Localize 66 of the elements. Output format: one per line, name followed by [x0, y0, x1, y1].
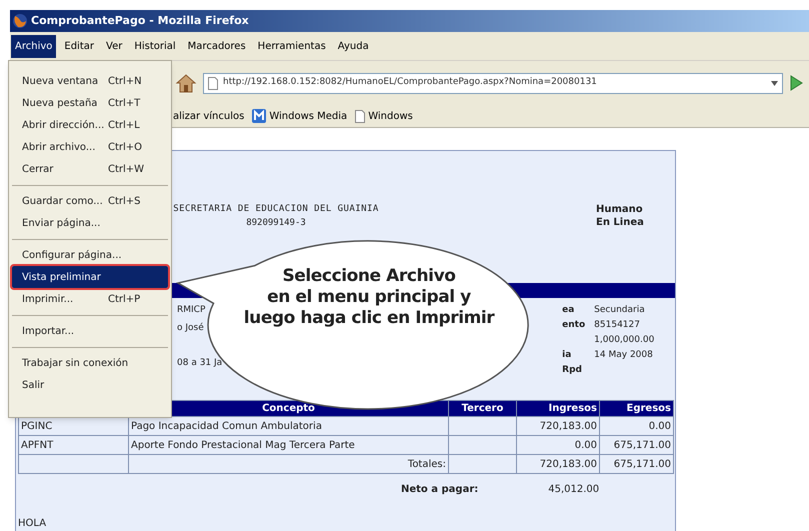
table-cell: Aporte Fondo Prestacional Mag Tercera Parte [128, 436, 448, 454]
menu-option[interactable]: Vista preliminar [12, 266, 168, 288]
column-header: Ingresos [516, 400, 600, 416]
table-cell: 0.00 [600, 416, 674, 436]
media-icon [252, 109, 266, 123]
brand-text: Humano [596, 203, 644, 216]
bookmark[interactable]: alizar vínculos [173, 108, 244, 124]
menu-item[interactable]: Ayuda [334, 34, 373, 58]
table-cell [448, 436, 516, 454]
net-label: Neto a pagar: [401, 482, 478, 496]
menu-item[interactable]: Ver [102, 34, 126, 58]
menu-option[interactable]: Trabajar sin conexión [12, 352, 168, 374]
table-cell: Totales: [128, 454, 448, 474]
table-cell: 720,183.00 [516, 454, 600, 474]
menu-item[interactable]: Herramientas [254, 34, 330, 58]
dropdown-icon[interactable] [771, 80, 778, 86]
home-icon[interactable] [175, 72, 197, 94]
info-text: o José [177, 322, 205, 334]
page-icon [208, 76, 218, 90]
net-value: 45,012.00 [548, 482, 600, 496]
menu-item[interactable]: Archivo [11, 34, 56, 58]
menu-option[interactable]: Nueva ventana Ctrl+N [12, 70, 168, 92]
info-value: 1,000,000.00 [594, 334, 654, 346]
brand-text: En Linea [596, 216, 644, 229]
column-header: Tercero [448, 400, 516, 416]
info-text: 08 a 31 Ja [177, 357, 222, 370]
table-cell: 675,171.00 [600, 436, 674, 454]
browser-logo-icon [12, 13, 28, 29]
menu-option[interactable]: Importar... [12, 320, 168, 342]
table-cell: 720,183.00 [516, 416, 600, 436]
menu-option[interactable]: Configurar página... [12, 244, 168, 266]
menu-option[interactable]: Guardar como... Ctrl+S [12, 190, 168, 212]
table-cell [448, 454, 516, 474]
table-cell [448, 416, 516, 436]
info-value: 85154127 [594, 319, 641, 331]
page-icon [355, 110, 366, 122]
menu-item[interactable]: Marcadores [184, 34, 250, 58]
info-value: 14 May 2008 [594, 349, 654, 361]
bookmark[interactable]: Windows Media [252, 108, 348, 124]
callout-text: Seleccione Archivo en el menu principal y luego haga clic en Imprimir [242, 266, 496, 329]
go-arrow-icon[interactable] [789, 75, 803, 91]
table-cell: 0.00 [516, 436, 600, 454]
info-value: Secundaria [594, 304, 646, 316]
table-cell: APFNT [18, 436, 128, 454]
info-label: ea [562, 304, 576, 316]
organization-name: SECRETARIA DE EDUCACION DEL GUAINIA [173, 203, 379, 216]
info-label: Rpd [562, 364, 583, 376]
info-label: ento [562, 319, 586, 331]
table-cell: 675,171.00 [600, 454, 674, 474]
bookmark[interactable]: Windows [355, 108, 413, 124]
info-label: ia [562, 349, 572, 361]
tax-id: 892099149-3 [246, 216, 306, 230]
menu-option[interactable]: Nueva pestaña Ctrl+T [12, 92, 168, 114]
menu-option[interactable]: Salir [12, 374, 168, 396]
menu-option[interactable]: Cerrar Ctrl+W [12, 158, 168, 180]
menu-option[interactable]: Imprimir... Ctrl+P [12, 288, 168, 310]
menu-option[interactable]: Abrir archivo... Ctrl+O [12, 136, 168, 158]
column-header: Egresos [600, 400, 674, 416]
menu-option[interactable]: Abrir dirección... Ctrl+L [12, 114, 168, 136]
info-text: RMICP [177, 304, 206, 317]
menu-option[interactable]: Enviar página... [12, 212, 168, 234]
menu-item[interactable]: Editar [60, 34, 98, 58]
note-text: HOLA [18, 517, 48, 531]
address-field[interactable]: http://192.168.0.152:8082/HumanoEL/ComprobantePago.aspx?Nomina=20080131 [203, 72, 783, 94]
menu-item[interactable]: Historial [130, 34, 180, 58]
window-title: ComprobantePago - Mozilla Firefox [31, 12, 249, 29]
